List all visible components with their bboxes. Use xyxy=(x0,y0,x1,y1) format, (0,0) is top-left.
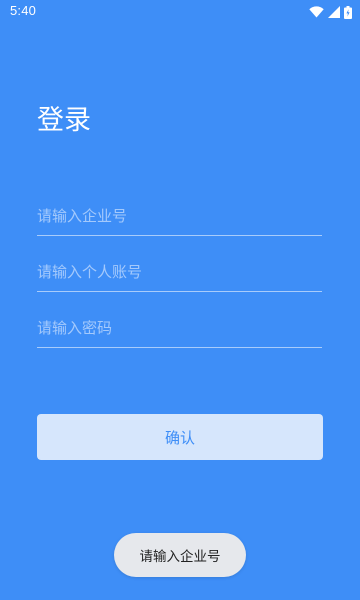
wifi-icon xyxy=(309,6,324,18)
account-input[interactable] xyxy=(37,253,322,291)
company-id-input[interactable] xyxy=(37,197,322,235)
company-field xyxy=(37,197,322,236)
login-screen: 5:40 登录 请输入企业号 请输入个人账号 确认 请输入企业号 xyxy=(0,0,360,600)
confirm-button[interactable]: 确认 xyxy=(37,414,323,460)
toast-message: 请输入企业号 xyxy=(114,533,246,577)
cellular-signal-icon xyxy=(328,6,340,18)
password-input[interactable] xyxy=(37,309,322,347)
battery-icon xyxy=(344,5,352,19)
status-icons xyxy=(309,4,352,20)
status-time: 5:40 xyxy=(10,3,37,18)
toast-text: 请输入企业号 xyxy=(139,549,221,565)
status-bar: 5:40 xyxy=(0,0,360,24)
account-field xyxy=(37,253,322,292)
password-field xyxy=(37,309,322,348)
page-title: 登录 xyxy=(37,105,91,136)
